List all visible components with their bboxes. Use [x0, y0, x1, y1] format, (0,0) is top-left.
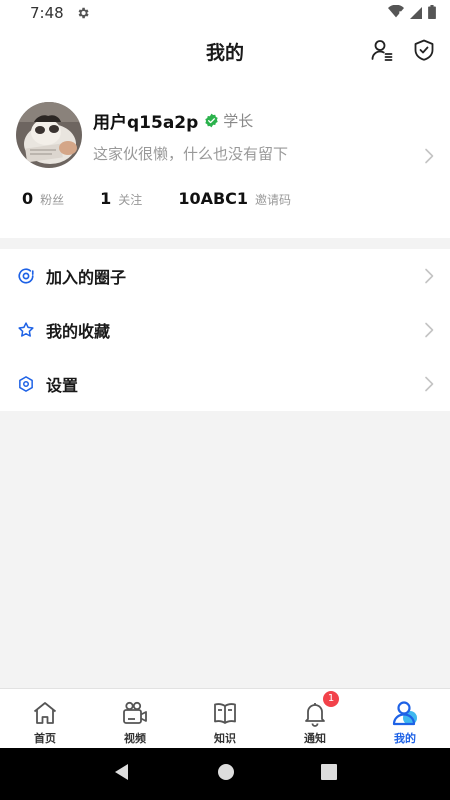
username: 用户q15a2p — [93, 113, 199, 133]
app-bar: 我的 — [0, 26, 450, 76]
circle-icon — [16, 266, 36, 286]
tab-home[interactable]: 首页 — [0, 689, 90, 748]
gear-icon — [76, 6, 90, 20]
chevron-right-icon[interactable] — [424, 148, 434, 168]
menu-label: 加入的圈子 — [46, 268, 127, 287]
bottom-tab-bar: 首页 视频 知识 1 通知 我的 — [0, 688, 450, 748]
shield-check-icon[interactable] — [412, 38, 436, 66]
menu-item-settings[interactable]: 设置 — [0, 357, 450, 411]
status-time: 7:48 — [30, 4, 64, 22]
user-list-icon[interactable] — [370, 38, 394, 66]
tab-label: 视频 — [124, 732, 146, 745]
profile-stats: 0 粉丝 1 关注 10ABC1 邀请码 — [22, 189, 327, 208]
chevron-right-icon — [424, 376, 434, 396]
video-icon — [120, 698, 150, 728]
battery-icon — [428, 4, 436, 23]
stat-value: 1 — [100, 189, 112, 208]
star-icon — [16, 320, 36, 340]
stat-value: 0 — [22, 189, 34, 208]
stat-label: 粉丝 — [40, 193, 65, 207]
stat-value: 10ABC1 — [178, 189, 249, 208]
home-icon — [30, 698, 60, 728]
signal-icon — [410, 4, 422, 23]
stat-label: 邀请码 — [255, 193, 292, 207]
stat-invite-code[interactable]: 10ABC1 邀请码 — [178, 189, 291, 208]
page-title: 我的 — [205, 41, 244, 64]
menu-label: 设置 — [46, 376, 79, 395]
chevron-right-icon — [424, 268, 434, 288]
user-role: 学长 — [223, 112, 254, 130]
status-bar: 7:48 — [0, 0, 450, 26]
tab-notifications[interactable]: 1 通知 — [270, 689, 360, 748]
book-icon — [210, 698, 240, 728]
verified-badge-icon — [204, 113, 219, 128]
stat-label: 关注 — [118, 193, 143, 207]
tab-label: 知识 — [214, 732, 236, 745]
avatar[interactable] — [16, 102, 82, 168]
profile-icon — [390, 698, 420, 728]
wifi-icon — [388, 4, 404, 23]
tab-knowledge[interactable]: 知识 — [180, 689, 270, 748]
tab-profile[interactable]: 我的 — [360, 689, 450, 748]
stat-followers[interactable]: 0 粉丝 — [22, 189, 64, 208]
settings-icon — [16, 374, 36, 394]
user-bio: 这家伙很懒，什么也没有留下 — [93, 145, 289, 163]
tab-label: 首页 — [34, 732, 56, 745]
menu-item-joined-circles[interactable]: 加入的圈子 — [0, 249, 450, 303]
tab-label: 通知 — [304, 732, 326, 745]
profile-card[interactable]: 用户q15a2p 学长 这家伙很懒，什么也没有留下 0 粉丝 1 关注 10AB… — [0, 76, 450, 238]
recents-icon[interactable] — [321, 764, 337, 784]
settings-menu: 加入的圈子 我的收藏 设置 — [0, 249, 450, 411]
home-button-icon[interactable] — [217, 763, 235, 785]
tab-label: 我的 — [394, 732, 416, 745]
menu-label: 我的收藏 — [46, 322, 111, 341]
stat-following[interactable]: 1 关注 — [100, 189, 142, 208]
chevron-right-icon — [424, 322, 434, 342]
system-nav-bar — [0, 748, 450, 800]
back-icon[interactable] — [113, 763, 131, 785]
menu-item-favorites[interactable]: 我的收藏 — [0, 303, 450, 357]
notification-badge: 1 — [323, 691, 339, 707]
tab-video[interactable]: 视频 — [90, 689, 180, 748]
